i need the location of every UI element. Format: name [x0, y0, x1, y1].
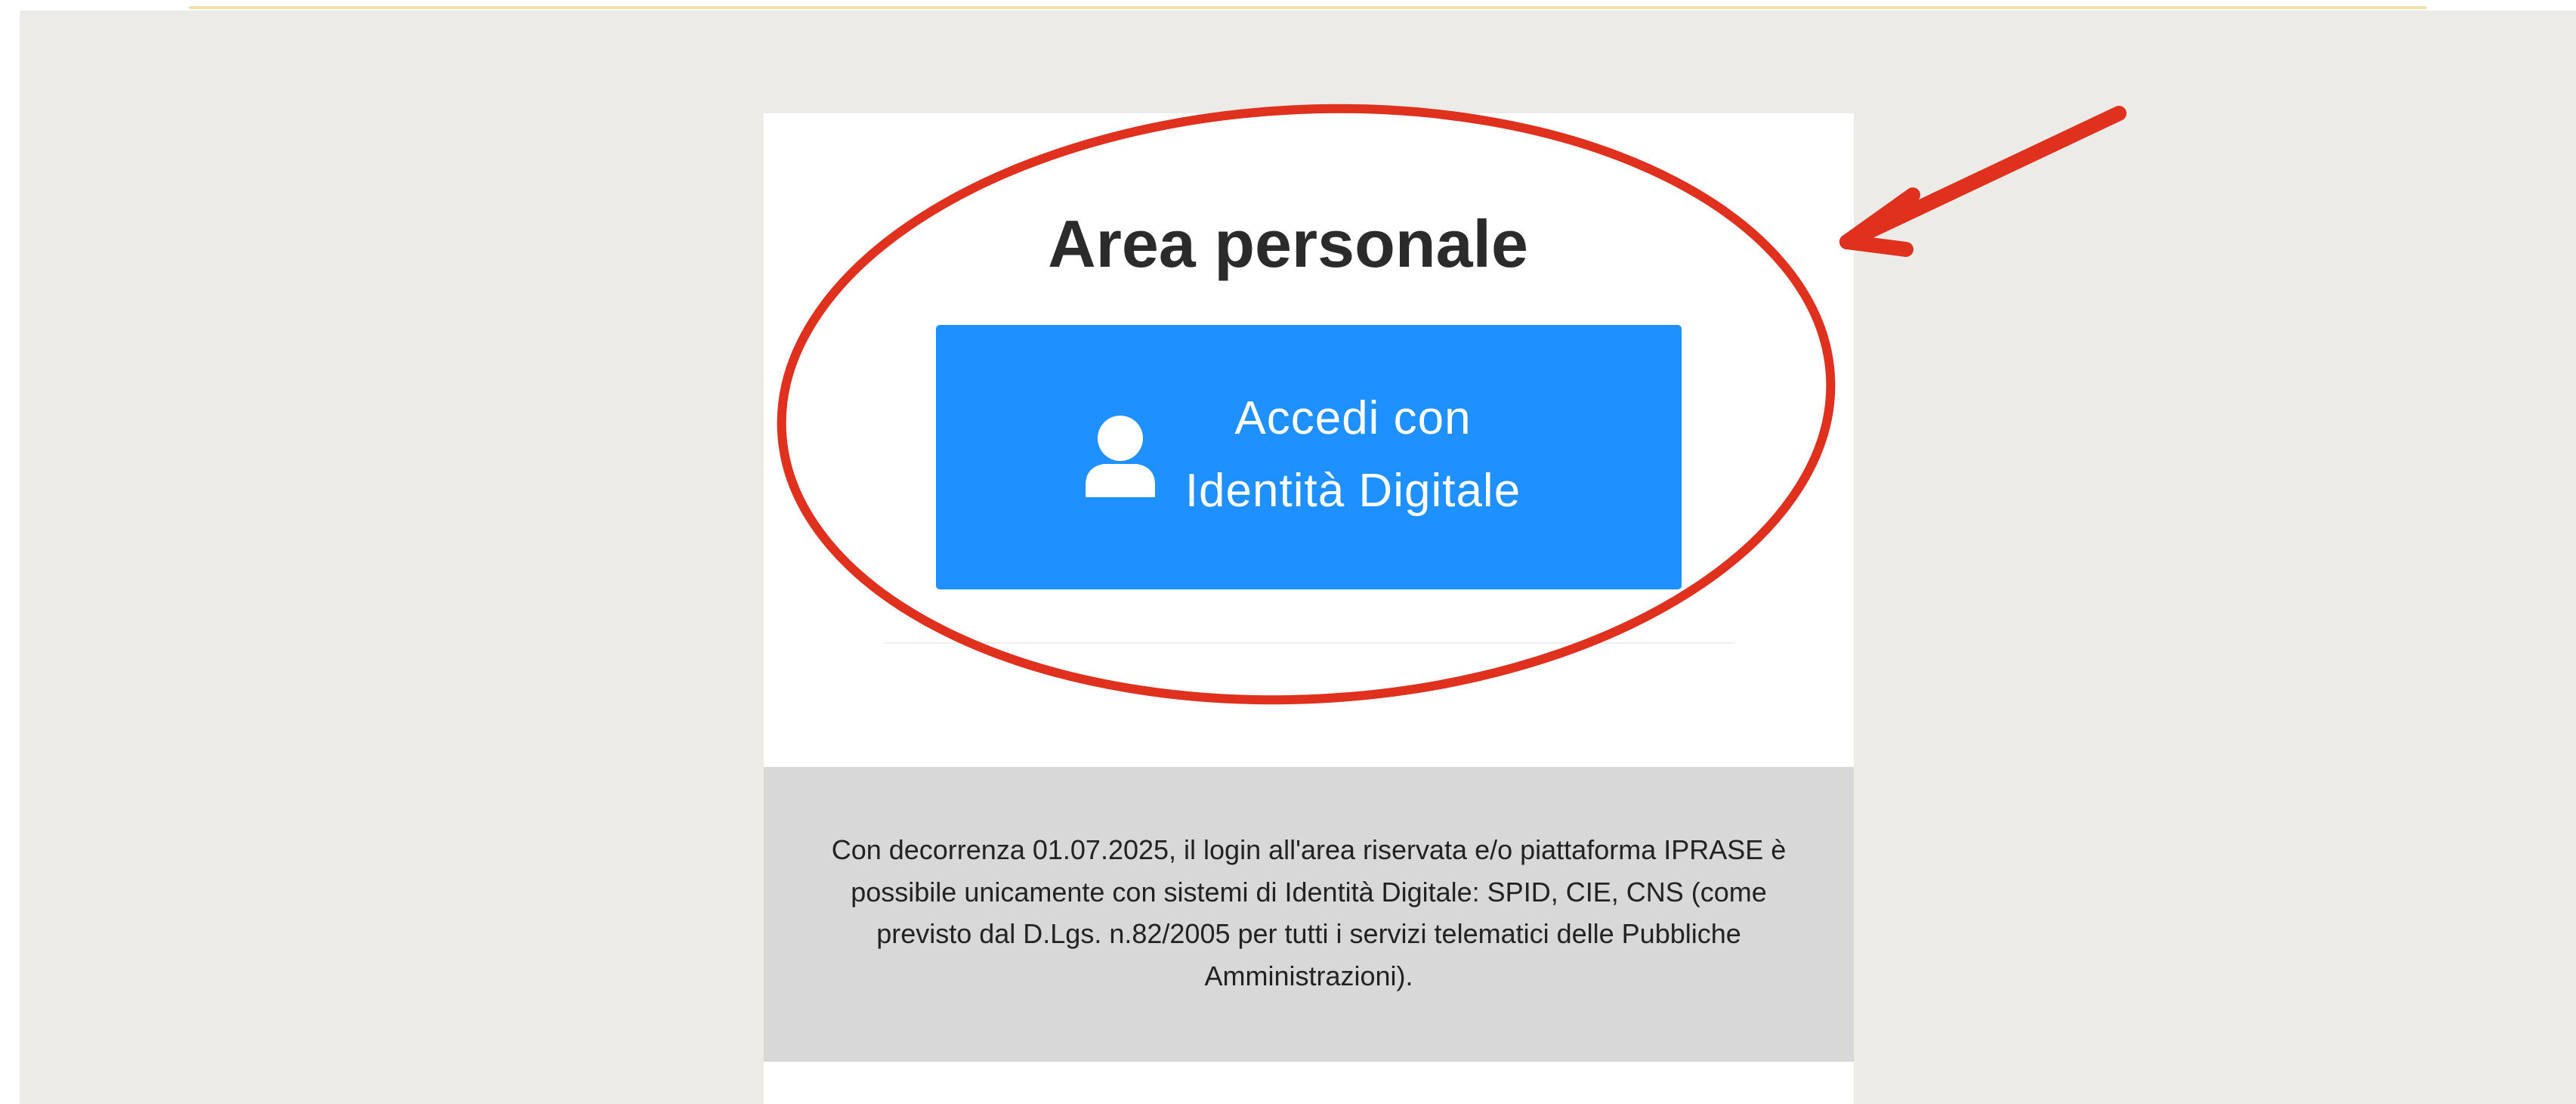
login-button-label-line1: Accedi con — [1234, 392, 1472, 444]
login-button-label-line2: Identità Digitale — [1185, 465, 1521, 517]
user-icon — [1084, 414, 1157, 497]
section-divider — [885, 642, 1734, 644]
page-title: Area personale — [1048, 206, 1528, 281]
login-button-label: Accedi con Identità Digitale — [1157, 382, 1549, 527]
login-identita-digitale-button[interactable]: Accedi con Identità Digitale — [936, 325, 1682, 589]
top-accent-bar — [189, 6, 2426, 9]
notice-text: Con decorrenza 01.07.2025, il login all'… — [831, 834, 1787, 991]
notice-box: Con decorrenza 01.07.2025, il login all'… — [764, 767, 1854, 1062]
